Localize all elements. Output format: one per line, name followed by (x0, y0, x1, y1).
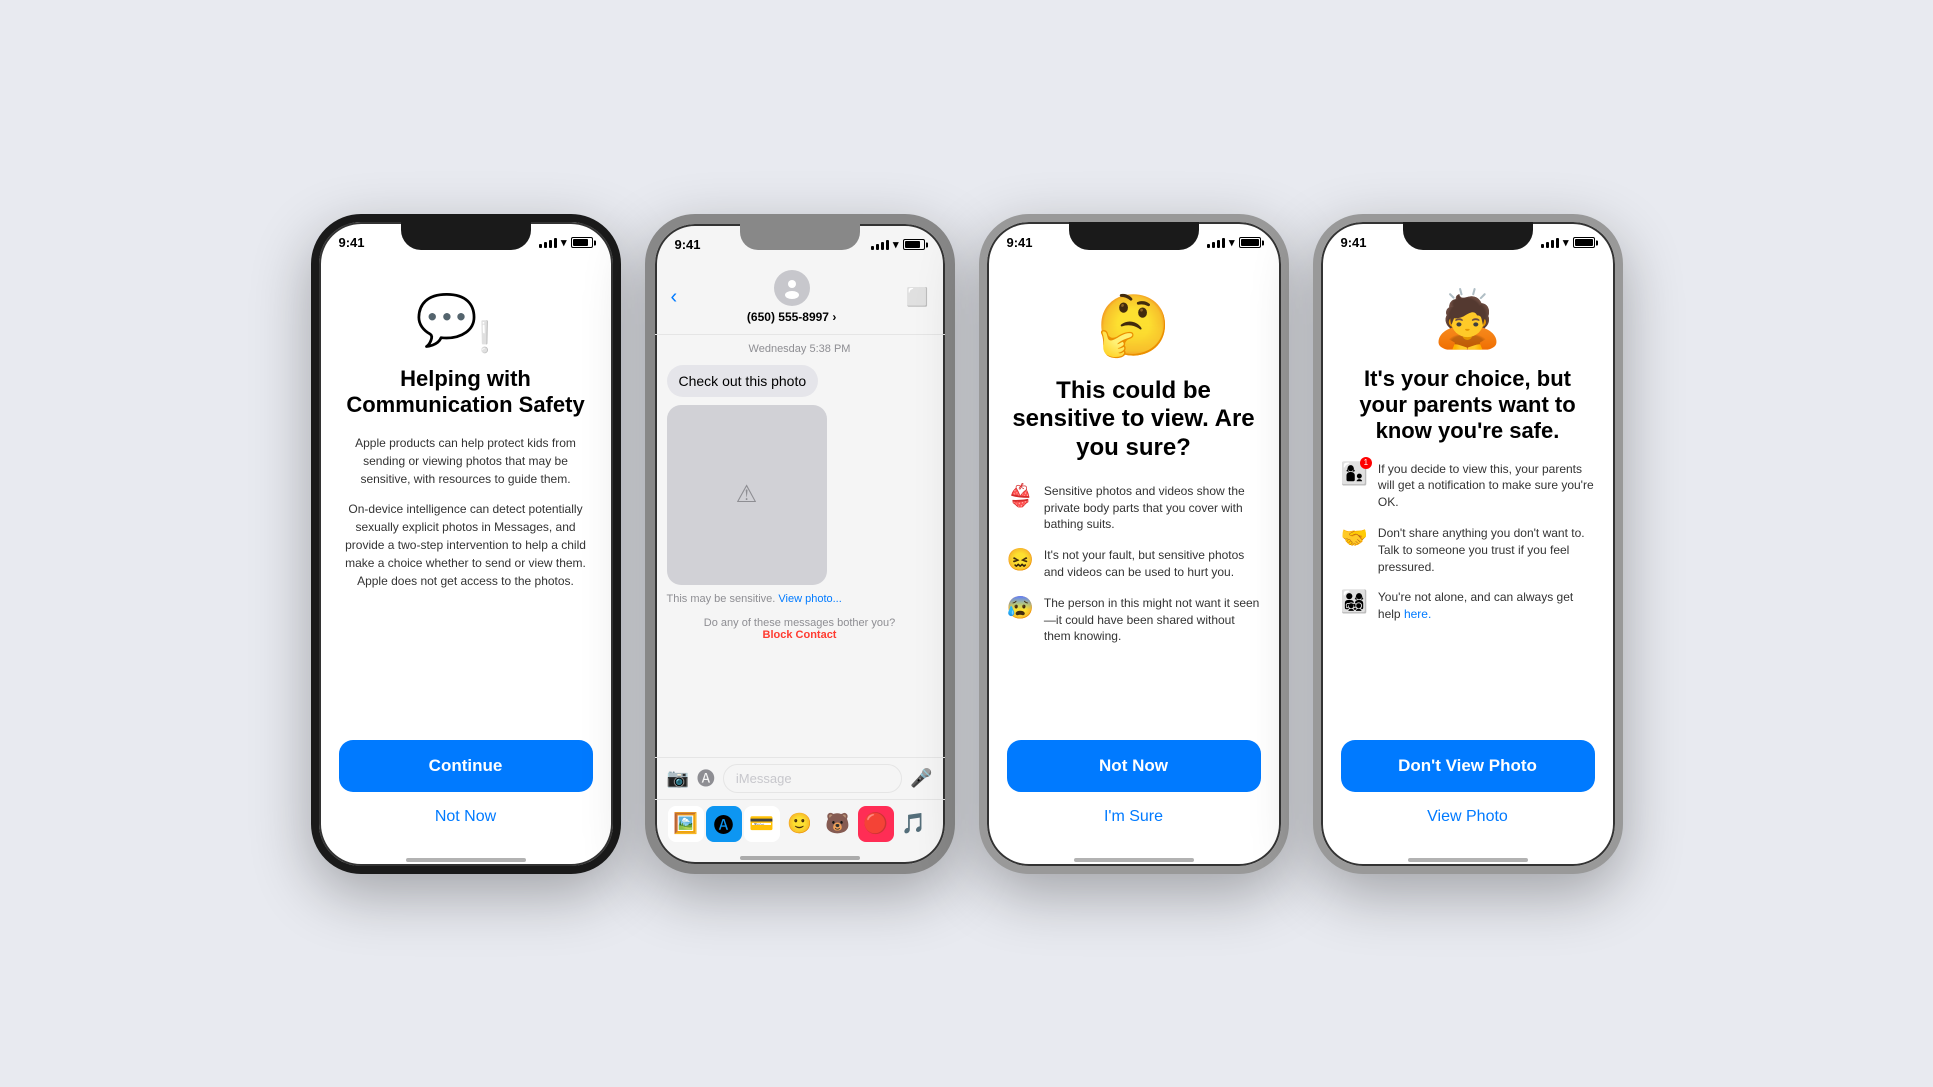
contact-name: (650) 555-8997 › (747, 310, 836, 324)
signal-icon-2 (871, 240, 889, 250)
phone3-emoji: 🤔 (1007, 290, 1261, 361)
home-bar-2 (740, 856, 860, 860)
back-button[interactable]: ‹ (671, 286, 678, 309)
time-4: 9:41 (1341, 235, 1367, 250)
signal-icon-1 (539, 238, 557, 248)
signal-icon-3 (1207, 238, 1225, 248)
info-item-1: 😖 It's not your fault, but sensitive pho… (1007, 547, 1261, 581)
phone4-info-item-0: 👩‍👦 1 If you decide to view this, your p… (1341, 461, 1595, 511)
message-date: Wednesday 5:38 PM (667, 343, 933, 355)
photos-app-icon[interactable]: 🖼️ (668, 806, 704, 842)
phone4-content: 🙇 It's your choice, but your parents wan… (1321, 260, 1615, 850)
app-row: 🖼️ 🅐 💳 🙂 🐻 🔴 🎵 (655, 799, 945, 848)
phone4-info-text-0: If you decide to view this, your parents… (1378, 461, 1595, 511)
sad-face-icon: 😖 (1007, 547, 1034, 573)
notch-1 (401, 222, 531, 250)
messages-header: ‹ (650) 555-8997 › ⬜ (655, 262, 945, 335)
block-contact-link[interactable]: Block Contact (763, 629, 837, 641)
phone1-notnow-button[interactable]: Not Now (339, 804, 593, 830)
view-photo-link[interactable]: View photo... (778, 593, 841, 605)
phone4-info-text-2: You're not alone, and can always get hel… (1378, 589, 1595, 623)
home-bar-4 (1408, 858, 1528, 862)
video-call-button[interactable]: ⬜ (906, 287, 928, 308)
phone4-dontview-button[interactable]: Don't View Photo (1341, 740, 1595, 792)
info-item-0: 👙 Sensitive photos and videos show the p… (1007, 483, 1261, 533)
info-text-1: It's not your fault, but sensitive photo… (1044, 547, 1261, 581)
phone3-content: 🤔 This could be sensitive to view. Are y… (987, 260, 1281, 850)
phone4-title: It's your choice, but your parents want … (1341, 366, 1595, 445)
info-text-0: Sensitive photos and videos show the pri… (1044, 483, 1261, 533)
battery-icon-1 (571, 237, 593, 248)
sensitive-notice: This may be sensitive. View photo... (667, 593, 933, 605)
applepay-icon[interactable]: 💳 (744, 806, 780, 842)
phone4-viewphoto-button[interactable]: View Photo (1341, 804, 1595, 830)
camera-icon[interactable]: 📷 (667, 768, 689, 789)
phone1-title: Helping with Communication Safety (339, 366, 593, 419)
image-placeholder: ⚠ (667, 405, 827, 585)
notch-2 (740, 224, 860, 250)
block-section: Do any of these messages bother you? Blo… (667, 609, 933, 649)
phone1-body1: Apple products can help protect kids fro… (339, 434, 593, 488)
phone-3: 9:41 ▾ 🤔 This could be sensitive to view… (979, 214, 1289, 874)
phone3-notnow-button[interactable]: Not Now (1007, 740, 1261, 792)
time-3: 9:41 (1007, 235, 1033, 250)
phone1-continue-button[interactable]: Continue (339, 740, 593, 792)
phone4-emoji: 🙇 (1341, 286, 1595, 352)
messages-body: Wednesday 5:38 PM Check out this photo ⚠… (655, 335, 945, 757)
message-input[interactable]: iMessage (723, 764, 902, 793)
family-icon: 👨‍👩‍👧‍👦 (1341, 589, 1368, 615)
phone4-info-item-1: 🤝 Don't share anything you don't want to… (1341, 525, 1595, 575)
message-bubble: Check out this photo (667, 365, 819, 397)
status-icons-4: ▾ (1541, 236, 1595, 249)
status-icons-3: ▾ (1207, 236, 1261, 249)
appstore-icon[interactable]: 🅐 (697, 765, 715, 791)
music-icon[interactable]: 🎵 (896, 806, 932, 842)
status-icons-2: ▾ (871, 238, 925, 251)
appstore-app-icon[interactable]: 🅐 (706, 806, 742, 842)
battery-icon-4 (1573, 237, 1595, 248)
time-2: 9:41 (675, 237, 701, 252)
phone-4: 9:41 ▾ 🙇 It's your choice, but your pare… (1313, 214, 1623, 874)
wifi-icon-2: ▾ (893, 238, 899, 251)
parent-notification-icon: 👩‍👦 1 (1341, 461, 1368, 487)
handshake-icon: 🤝 (1341, 525, 1368, 551)
contact-info: (650) 555-8997 › (747, 270, 836, 326)
time-1: 9:41 (339, 235, 365, 250)
battery-icon-2 (903, 239, 925, 250)
notch-4 (1403, 222, 1533, 250)
notch-3 (1069, 222, 1199, 250)
message-input-bar: 📷 🅐 iMessage 🎤 (655, 757, 945, 799)
phone1-icon: 💬❕ (339, 290, 593, 350)
home-bar-3 (1074, 858, 1194, 862)
phones-container: 9:41 ▾ 💬❕ Helping with Communication Saf… (311, 214, 1623, 874)
phone-1: 9:41 ▾ 💬❕ Helping with Communication Saf… (311, 214, 621, 874)
worried-icon: 😰 (1007, 595, 1034, 621)
wifi-icon-1: ▾ (561, 236, 567, 249)
phone-2: 9:41 ▾ ‹ (645, 214, 955, 874)
wifi-icon-3: ▾ (1229, 236, 1235, 249)
status-icons-1: ▾ (539, 236, 593, 249)
phone3-title: This could be sensitive to view. Are you… (1007, 377, 1261, 463)
phone4-info-text-1: Don't share anything you don't want to. … (1378, 525, 1595, 575)
warning-icon: ⚠ (736, 480, 758, 509)
info-text-2: The person in this might not want it see… (1044, 595, 1261, 645)
battery-icon-3 (1239, 237, 1261, 248)
home-bar-1 (406, 858, 526, 862)
phone4-info-item-2: 👨‍👩‍👧‍👦 You're not alone, and can always… (1341, 589, 1595, 623)
phone3-imsure-button[interactable]: I'm Sure (1007, 804, 1261, 830)
rec-icon[interactable]: 🔴 (858, 806, 894, 842)
help-link[interactable]: here. (1404, 607, 1431, 621)
info-item-2: 😰 The person in this might not want it s… (1007, 595, 1261, 645)
bear-icon[interactable]: 🐻 (820, 806, 856, 842)
phone1-content: 💬❕ Helping with Communication Safety App… (319, 260, 613, 850)
bathing-suit-icon: 👙 (1007, 483, 1034, 509)
memoji-icon[interactable]: 🙂 (782, 806, 818, 842)
mic-icon[interactable]: 🎤 (910, 768, 932, 789)
wifi-icon-4: ▾ (1563, 236, 1569, 249)
phone1-body2: On-device intelligence can detect potent… (339, 500, 593, 590)
signal-icon-4 (1541, 238, 1559, 248)
contact-avatar (774, 270, 810, 306)
